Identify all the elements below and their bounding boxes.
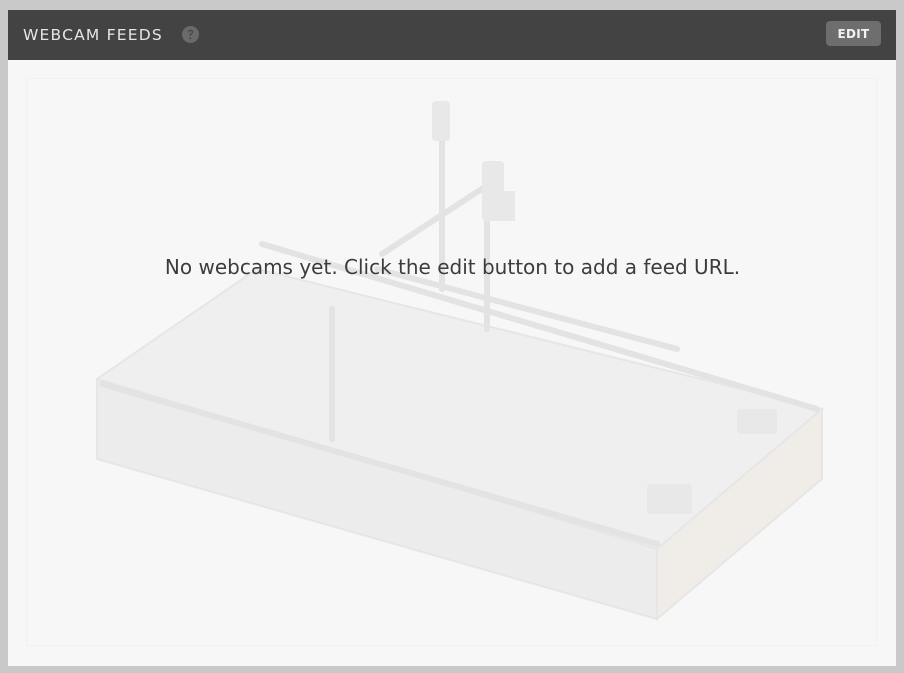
empty-feeds-message: No webcams yet. Click the edit button to… (164, 255, 741, 279)
webcam-feed-area: No webcams yet. Click the edit button to… (26, 78, 877, 646)
question-circle-icon[interactable] (181, 25, 200, 44)
widget-header: WEBCAM FEEDS EDIT (8, 10, 896, 60)
cnc-machine-illustration (94, 101, 825, 622)
webcam-feeds-widget: WEBCAM FEEDS EDIT No webcams yet. Click … (8, 10, 896, 666)
widget-body: No webcams yet. Click the edit button to… (8, 60, 896, 666)
widget-title: WEBCAM FEEDS (23, 26, 163, 44)
edit-button[interactable]: EDIT (826, 21, 881, 46)
